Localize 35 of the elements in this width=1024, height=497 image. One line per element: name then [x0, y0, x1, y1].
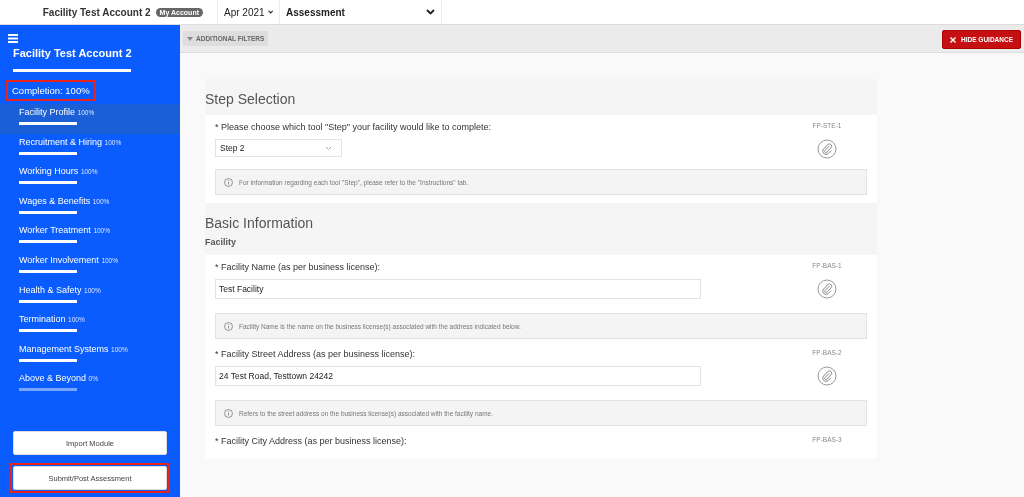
- module-name: Termination: [19, 314, 66, 325]
- info-icon: [224, 321, 233, 331]
- module-name: Worker Involvement: [19, 254, 99, 265]
- module-name: Worker Treatment: [19, 225, 91, 236]
- chevron-icon: [426, 9, 435, 15]
- paperclip-icon[interactable]: [817, 279, 837, 299]
- menu-icon[interactable]: [8, 34, 18, 43]
- module-name: Above & Beyond: [19, 373, 87, 384]
- module-name: Health & Safety: [19, 284, 82, 295]
- info-icon: [224, 408, 233, 418]
- account-name: Facility Test Account 2: [42, 6, 151, 18]
- sidebar-title: Facility Test Account 2: [13, 47, 133, 59]
- chevron-icon: [325, 145, 332, 151]
- question-label: * Please choose which tool "Step" your facility would like to complete:: [215, 122, 493, 132]
- input-field[interactable]: 24 Test Road, Testtown 24242: [215, 366, 701, 386]
- module-name: Wages & Benefits: [19, 195, 91, 206]
- triangle-icon: [187, 36, 193, 41]
- completion-label: Completion: 100%: [6, 80, 96, 101]
- paperclip-icon[interactable]: [817, 366, 837, 386]
- info-icon: [224, 177, 233, 187]
- paperclip-icon[interactable]: [817, 139, 837, 159]
- module-name: Facility Profile: [19, 107, 75, 117]
- module-name: Recruitment & Hiring: [19, 136, 103, 147]
- input-field[interactable]: Test Facility: [215, 279, 701, 299]
- module-name: Working Hours: [19, 166, 79, 177]
- chevron-icon: [267, 9, 273, 15]
- section-title: Basic Information: [205, 214, 315, 233]
- question-label: * Facility Name (as per business license):: [215, 262, 382, 272]
- close-icon: [950, 36, 956, 43]
- module-name: Management Systems: [19, 343, 109, 354]
- step-select[interactable]: Step 2: [215, 139, 342, 157]
- section-title: Step Selection: [205, 90, 297, 109]
- section-subtitle: Facility: [205, 237, 237, 247]
- question-label: * Facility Street Address (as per business license):: [215, 349, 417, 359]
- question-label: * Facility City Address (as per business license):: [215, 436, 408, 446]
